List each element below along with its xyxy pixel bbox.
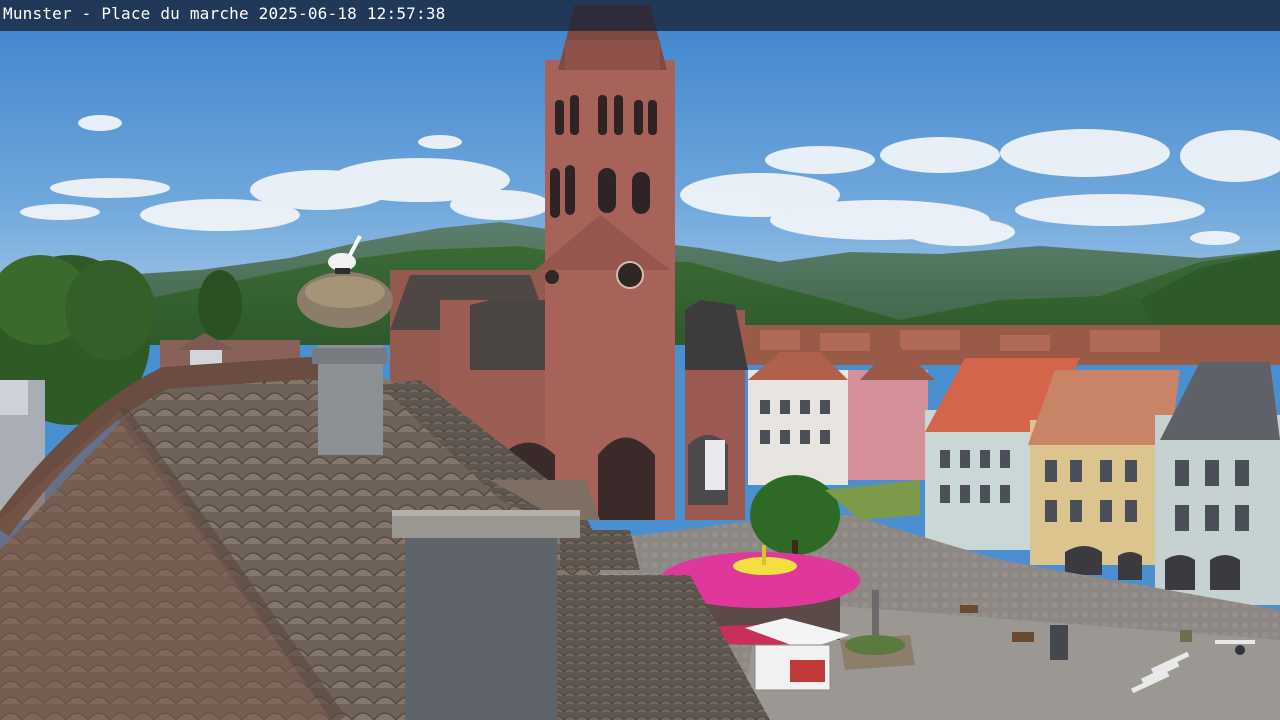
location-label: Munster - Place du marche bbox=[3, 4, 249, 23]
chimney bbox=[392, 510, 580, 720]
webcam-caption: Munster - Place du marche 2025-06-18 12:… bbox=[3, 2, 446, 26]
caption-time: 12:57:38 bbox=[366, 4, 446, 23]
webcam-image bbox=[0, 0, 1280, 720]
caption-date: 2025-06-18 bbox=[258, 4, 357, 23]
clock-icon bbox=[616, 261, 644, 289]
